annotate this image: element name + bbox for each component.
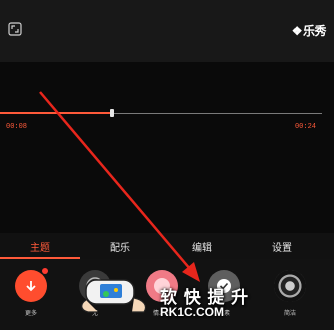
red-arrow-annotation bbox=[39, 91, 200, 282]
